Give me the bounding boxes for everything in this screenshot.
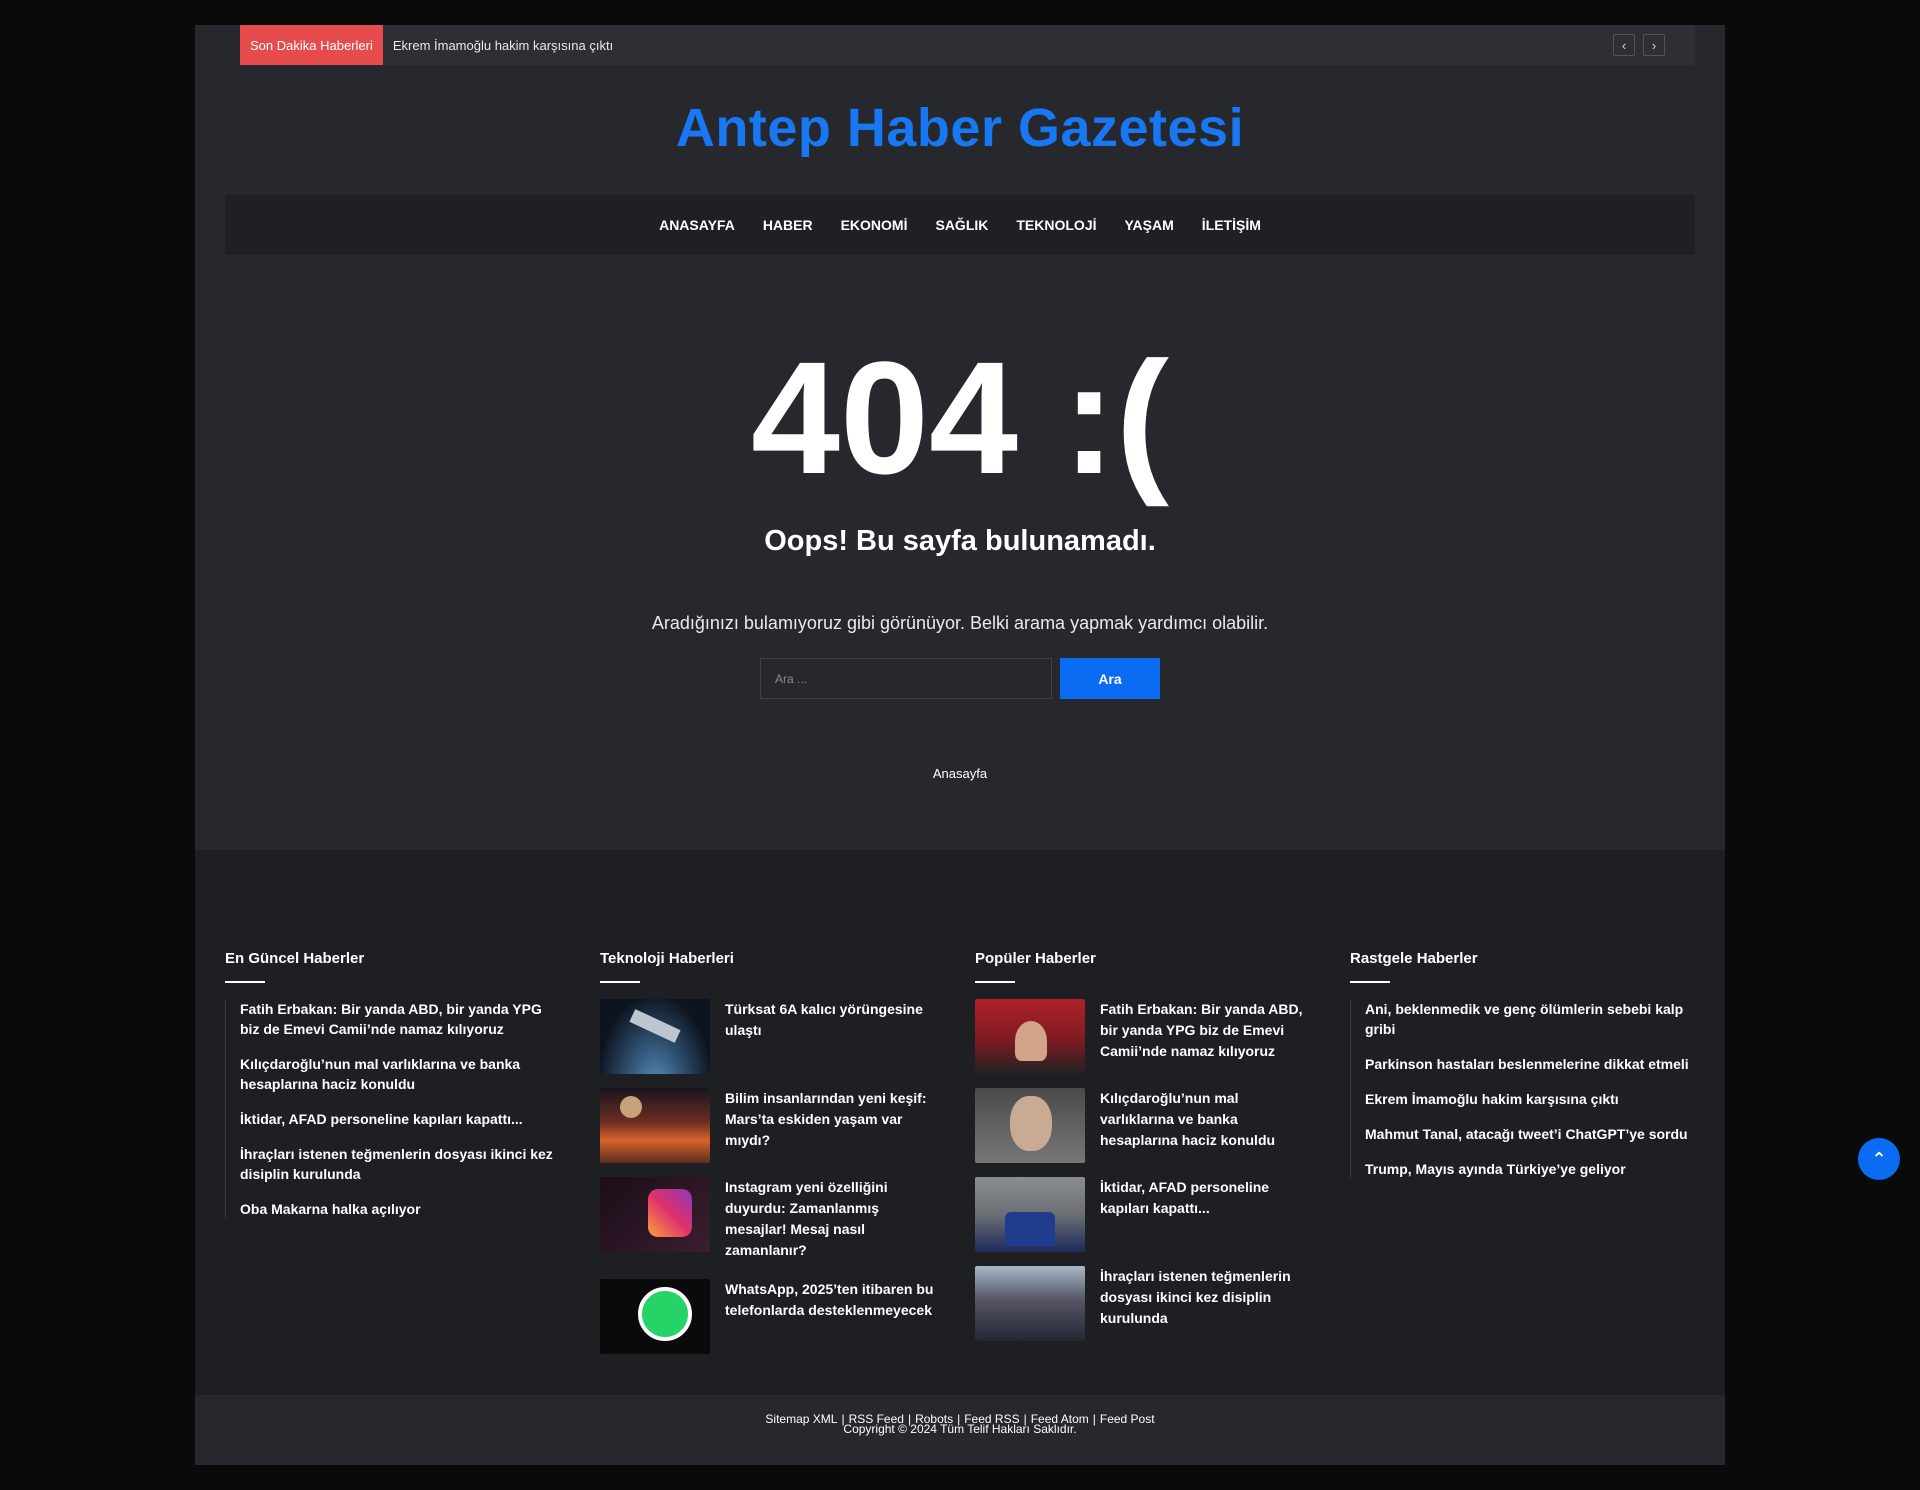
list-item[interactable]: İhraçları istenen teğmenlerin dosyası ik…: [975, 1266, 1315, 1341]
nav-item-yasam[interactable]: YAŞAM: [1125, 217, 1174, 233]
search-form: Ara: [760, 658, 1160, 699]
instagram-image[interactable]: [600, 1177, 710, 1252]
satellite-image[interactable]: [600, 999, 710, 1074]
random-list: Ani, beklenmedik ve genç ölümlerin sebeb…: [1350, 999, 1690, 1179]
breaking-news-headline[interactable]: Ekrem İmamoğlu hakim karşısına çıktı: [393, 38, 613, 53]
widget-title: Teknoloji Haberleri: [600, 950, 734, 967]
list-item[interactable]: WhatsApp, 2025’ten itibaren bu telefonla…: [600, 1279, 940, 1354]
list-item[interactable]: Ekrem İmamoğlu hakim karşısına çıktı: [1365, 1089, 1690, 1109]
back-to-top-button[interactable]: ⌃: [1858, 1138, 1900, 1180]
list-item[interactable]: Bilim insanlarından yeni keşif: Mars’ta …: [600, 1088, 940, 1163]
list-item[interactable]: Trump, Mayıs ayında Türkiye’ye geliyor: [1365, 1159, 1690, 1179]
home-link[interactable]: Anasayfa: [195, 766, 1725, 781]
list-item[interactable]: Mahmut Tanal, atacağı tweet’i ChatGPT’ye…: [1365, 1124, 1690, 1144]
widget-tech: Teknoloji Haberleri Türksat 6A kalıcı yö…: [600, 950, 940, 1368]
site-logo[interactable]: Antep Haber Gazetesi: [195, 97, 1725, 159]
widget-divider: [975, 981, 1015, 983]
widget-title: En Güncel Haberler: [225, 950, 365, 967]
mars-image[interactable]: [600, 1088, 710, 1163]
latest-list: Fatih Erbakan: Bir yanda ABD, bir yanda …: [225, 999, 565, 1219]
widget-divider: [600, 981, 640, 983]
list-item[interactable]: Ani, beklenmedik ve genç ölümlerin sebeb…: [1365, 999, 1690, 1039]
search-input[interactable]: [760, 658, 1052, 699]
list-item[interactable]: Instagram yeni özelliğini duyurdu: Zaman…: [600, 1177, 940, 1265]
chevron-right-icon: ›: [1651, 37, 1657, 53]
list-item-title[interactable]: İktidar, AFAD personeline kapıları kapat…: [1100, 1177, 1315, 1252]
chevron-up-icon: ⌃: [1871, 1148, 1887, 1169]
ticker-next-button[interactable]: ›: [1643, 34, 1665, 56]
list-item[interactable]: Parkinson hastaları beslenmelerine dikka…: [1365, 1054, 1690, 1074]
widget-title: Popüler Haberler: [975, 950, 1096, 967]
list-item-title[interactable]: WhatsApp, 2025’ten itibaren bu telefonla…: [725, 1279, 940, 1354]
list-item-title[interactable]: Türksat 6A kalıcı yörüngesine ulaştı: [725, 999, 940, 1074]
list-item[interactable]: Türksat 6A kalıcı yörüngesine ulaştı: [600, 999, 940, 1074]
nav-item-teknoloji[interactable]: TEKNOLOJİ: [1016, 217, 1096, 233]
list-item[interactable]: Kılıçdaroğlu’nun mal varlıklarına ve ban…: [975, 1088, 1315, 1163]
widget-divider: [1350, 981, 1390, 983]
search-button[interactable]: Ara: [1060, 658, 1160, 699]
list-item[interactable]: İktidar, AFAD personeline kapıları kapat…: [975, 1177, 1315, 1252]
list-item[interactable]: İktidar, AFAD personeline kapıları kapat…: [240, 1109, 565, 1129]
chevron-left-icon: ‹: [1621, 37, 1627, 53]
widget-divider: [225, 981, 265, 983]
nav-item-anasayfa[interactable]: ANASAYFA: [659, 217, 735, 233]
copyright-text: Copyright © 2024 Tüm Telif Hakları Saklı…: [843, 1422, 1077, 1436]
list-item-title[interactable]: Bilim insanlarından yeni keşif: Mars’ta …: [725, 1088, 940, 1163]
afad-image[interactable]: [975, 1177, 1085, 1252]
main-nav: ANASAYFA HABER EKONOMİ SAĞLIK TEKNOLOJİ …: [225, 195, 1695, 255]
ticker-prev-button[interactable]: ‹: [1613, 34, 1635, 56]
breaking-news-bar: Son Dakika Haberleri Ekrem İmamoğlu haki…: [240, 25, 1695, 65]
nav-item-haber[interactable]: HABER: [763, 217, 813, 233]
kilicdaroglu-image[interactable]: [975, 1088, 1085, 1163]
footer-widgets: En Güncel Haberler Fatih Erbakan: Bir ya…: [195, 850, 1725, 1395]
list-item-title[interactable]: Fatih Erbakan: Bir yanda ABD, bir yanda …: [1100, 999, 1315, 1074]
widget-popular: Popüler Haberler Fatih Erbakan: Bir yand…: [975, 950, 1315, 1355]
widget-title: Rastgele Haberler: [1350, 950, 1478, 967]
error-description: Aradığınızı bulamıyoruz gibi görünüyor. …: [651, 613, 1269, 633]
whatsapp-image[interactable]: [600, 1279, 710, 1354]
list-item[interactable]: Fatih Erbakan: Bir yanda ABD, bir yanda …: [240, 999, 565, 1039]
list-item-title[interactable]: Instagram yeni özelliğini duyurdu: Zaman…: [725, 1177, 940, 1265]
list-item-title[interactable]: İhraçları istenen teğmenlerin dosyası ik…: [1100, 1266, 1315, 1341]
list-item[interactable]: İhraçları istenen teğmenlerin dosyası ik…: [240, 1144, 565, 1184]
list-item[interactable]: Fatih Erbakan: Bir yanda ABD, bir yanda …: [975, 999, 1315, 1074]
list-item-title[interactable]: Kılıçdaroğlu’nun mal varlıklarına ve ban…: [1100, 1088, 1315, 1163]
nav-item-iletisim[interactable]: İLETİŞİM: [1202, 217, 1261, 233]
breaking-news-label: Son Dakika Haberleri: [240, 25, 383, 65]
nav-item-ekonomi[interactable]: EKONOMİ: [841, 217, 908, 233]
ticker-controls: ‹ ›: [1613, 34, 1665, 56]
error-code: 404 :(: [751, 328, 1169, 507]
erbakan-image[interactable]: [975, 999, 1085, 1074]
nav-item-saglik[interactable]: SAĞLIK: [935, 217, 988, 233]
error-title: Oops! Bu sayfa bulunamadı.: [764, 525, 1156, 557]
widget-random: Rastgele Haberler Ani, beklenmedik ve ge…: [1350, 950, 1690, 1194]
page-container: Son Dakika Haberleri Ekrem İmamoğlu haki…: [195, 25, 1725, 1465]
list-item[interactable]: Kılıçdaroğlu’nun mal varlıklarına ve ban…: [240, 1054, 565, 1094]
list-item[interactable]: Oba Makarna halka açılıyor: [240, 1199, 565, 1219]
widget-latest: En Güncel Haberler Fatih Erbakan: Bir ya…: [225, 950, 565, 1234]
ceremony-image[interactable]: [975, 1266, 1085, 1341]
